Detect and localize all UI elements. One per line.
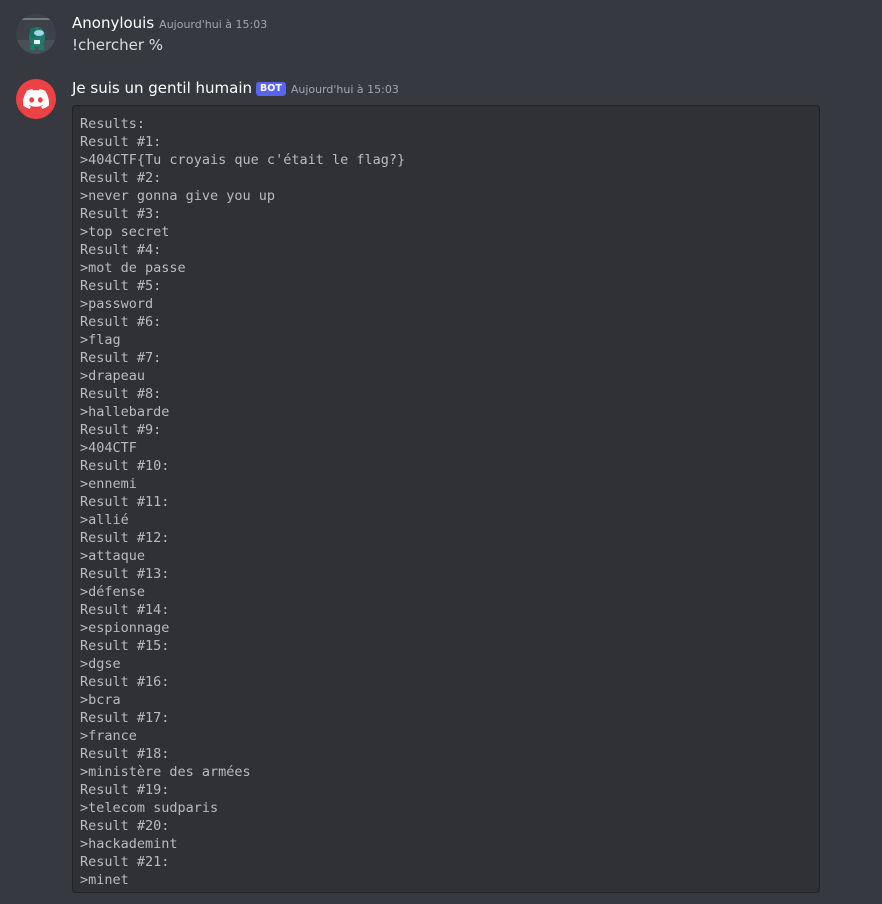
amongus-avatar-icon	[16, 14, 56, 54]
code-line: >dgse	[80, 656, 121, 672]
code-line: Result #10:	[80, 458, 170, 474]
code-line: >hackademint	[80, 836, 178, 852]
code-line: Result #5:	[80, 278, 162, 294]
bot-author-label[interactable]: Je suis un gentil humain	[72, 79, 252, 97]
code-line: Result #2:	[80, 170, 162, 186]
code-line: Result #13:	[80, 566, 170, 582]
code-line: >espionnage	[80, 620, 170, 636]
code-line: Result #14:	[80, 602, 170, 618]
bot-avatar[interactable]	[16, 79, 56, 119]
code-line: >password	[80, 296, 154, 312]
code-line: >telecom sudparis	[80, 800, 219, 816]
message-user: Anonylouis Aujourd'hui à 15:03 !chercher …	[0, 0, 882, 70]
code-line: Result #18:	[80, 746, 170, 762]
code-line: Result #6:	[80, 314, 162, 330]
code-line: >ministère des armées	[80, 764, 251, 780]
code-line: Result #4:	[80, 242, 162, 258]
code-line: Result #9:	[80, 422, 162, 438]
code-line: Result #17:	[80, 710, 170, 726]
code-line: >ennemi	[80, 476, 137, 492]
code-line: Results:	[80, 116, 146, 132]
discord-logo-icon	[23, 89, 49, 109]
code-line: Result #21:	[80, 854, 170, 870]
code-line: Result #7:	[80, 350, 162, 366]
code-line: >404CTF	[80, 440, 137, 456]
code-line: Result #12:	[80, 530, 170, 546]
code-line: >allié	[80, 512, 129, 528]
author-name[interactable]: Anonylouis Aujourd'hui à 15:03	[72, 14, 267, 32]
code-line: >france	[80, 728, 137, 744]
code-line: >flag	[80, 332, 121, 348]
code-line: >never gonna give you up	[80, 188, 276, 204]
code-line: Result #11:	[80, 494, 170, 510]
code-line: >minet	[80, 872, 129, 888]
code-line: >hallebarde	[80, 404, 170, 420]
code-line: Result #3:	[80, 206, 162, 222]
code-block: Results: Result #1: >404CTF{Tu croyais que…	[72, 105, 820, 893]
code-line: >mot de passe	[80, 260, 186, 276]
message-text: !chercher %	[72, 36, 164, 54]
message-timestamp: Aujourd'hui à 15:03	[290, 83, 399, 96]
code-line: Result #8:	[80, 386, 162, 402]
code-line: Result #19:	[80, 782, 170, 798]
code-line: Result #1:	[80, 134, 162, 150]
message-timestamp: Aujourd'hui à 15:03	[159, 18, 268, 31]
code-line: >attaque	[80, 548, 146, 564]
code-line: >top secret	[80, 224, 170, 240]
code-line: Result #15:	[80, 638, 170, 654]
code-line: >drapeau	[80, 368, 146, 384]
message-bot: Je suis un gentil humain BOT Aujourd'hui à…	[0, 0, 882, 904]
code-block-text: Results: Result #1: >404CTF{Tu croyais que…	[73, 106, 819, 898]
code-line: Result #20:	[80, 818, 170, 834]
bot-author-name[interactable]: Je suis un gentil humain BOT Aujourd'hui à…	[72, 79, 399, 97]
code-line: >défense	[80, 584, 146, 600]
code-line: >404CTF{Tu croyais que c'était le flag?}	[80, 152, 406, 168]
user-avatar[interactable]	[16, 14, 56, 54]
author-label[interactable]: Anonylouis	[72, 14, 154, 32]
bot-badge: BOT	[256, 82, 286, 96]
code-line: >bcra	[80, 692, 121, 708]
code-line: Result #16:	[80, 674, 170, 690]
